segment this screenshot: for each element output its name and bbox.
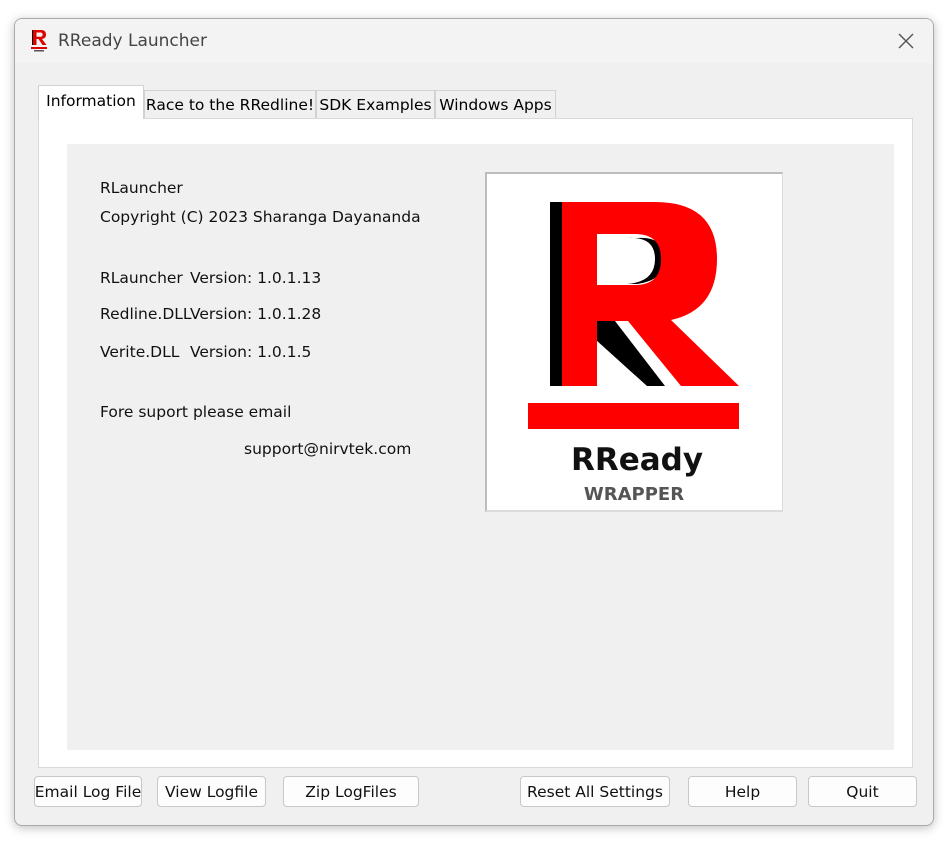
app-name-label: RLauncher — [100, 179, 183, 197]
logo-title-text: RReady — [571, 442, 703, 478]
reset-all-settings-button[interactable]: Reset All Settings — [520, 776, 670, 807]
launcher-window: RReady Launcher Information Race to the … — [14, 18, 934, 826]
support-email-label: support@nirvtek.com — [244, 440, 412, 458]
logo-subtitle-text: WRAPPER — [584, 484, 684, 505]
rready-logo-image: RReady WRAPPER — [528, 202, 739, 505]
verite-dll-name-label: Verite.DLL — [100, 343, 180, 361]
window-title: RReady Launcher — [58, 31, 207, 51]
tab-strip: Information Race to the RRedline! SDK Ex… — [38, 85, 918, 119]
tab-sdk-examples[interactable]: SDK Examples — [316, 90, 435, 118]
rlauncher-version-label: Version: 1.0.1.13 — [190, 269, 322, 287]
quit-button[interactable]: Quit — [808, 776, 917, 807]
verite-dll-version-label: Version: 1.0.1.5 — [190, 343, 312, 361]
close-icon — [898, 33, 914, 49]
information-content: RLauncher Copyright (C) 2023 Sharanga Da… — [67, 144, 894, 750]
tab-windows-apps[interactable]: Windows Apps — [435, 90, 556, 118]
zip-logfiles-button[interactable]: Zip LogFiles — [283, 776, 419, 807]
title-bar[interactable]: RReady Launcher — [15, 19, 933, 63]
help-button[interactable]: Help — [688, 776, 797, 807]
tab-race-to-the-rredline[interactable]: Race to the RRedline! — [144, 90, 316, 118]
rready-wrapper-logo: RReady WRAPPER — [485, 172, 783, 512]
close-button[interactable] — [887, 25, 925, 57]
email-log-file-button[interactable]: Email Log File — [34, 776, 142, 807]
copyright-label: Copyright (C) 2023 Sharanga Dayananda — [100, 208, 421, 226]
redline-dll-version-label: Version: 1.0.1.28 — [190, 305, 322, 323]
rready-logo-icon — [31, 30, 47, 52]
view-logfile-button[interactable]: View Logfile — [157, 776, 266, 807]
rlauncher-name-label: RLauncher — [100, 269, 183, 287]
support-prompt-label: Fore suport please email — [100, 403, 292, 421]
redline-dll-name-label: Redline.DLL — [100, 305, 192, 323]
information-tab-panel: RLauncher Copyright (C) 2023 Sharanga Da… — [38, 118, 913, 768]
tab-information[interactable]: Information — [38, 85, 144, 119]
